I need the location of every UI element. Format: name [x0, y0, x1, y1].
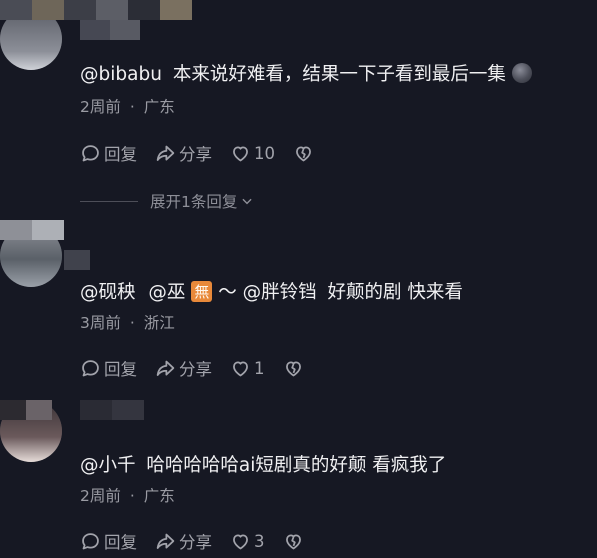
tilde-text: ～ — [218, 282, 237, 303]
comment-time: 2周前 — [80, 487, 121, 505]
reply-label: 回复 — [104, 145, 137, 164]
comment-meta: 2周前 · 广东 — [80, 484, 175, 506]
broken-heart-icon — [285, 534, 301, 549]
pixelated-name-overlay — [0, 220, 64, 260]
reply-label: 回复 — [104, 360, 137, 379]
comment-meta: 3周前 · 浙江 — [80, 311, 175, 333]
share-label: 分享 — [179, 360, 212, 379]
heart-icon — [233, 146, 248, 161]
share-icon — [156, 533, 175, 549]
comment-location: 广东 — [143, 98, 175, 116]
pixelated-name-overlay — [0, 400, 52, 440]
reply-button[interactable]: 回复 — [80, 141, 137, 165]
comment-time: 2周前 — [80, 98, 121, 116]
reply-label: 回复 — [104, 533, 137, 552]
share-icon — [156, 360, 175, 376]
mention-link[interactable]: @巫 — [148, 282, 185, 303]
comment-text: @bibabu 本来说好难看，结果一下子看到最后一集 — [80, 60, 532, 86]
heart-icon — [233, 361, 248, 376]
comment-time: 3周前 — [80, 314, 121, 332]
reply-icon — [82, 144, 99, 161]
meta-separator: · — [129, 314, 135, 332]
like-count: 10 — [254, 143, 275, 163]
comment-location: 广东 — [143, 487, 175, 505]
mention-link[interactable]: @砚秧 — [80, 282, 136, 303]
comment-body: 好颠的剧 快来看 — [327, 282, 463, 303]
expand-replies-label: 展开1条回复 — [150, 193, 238, 211]
reply-button[interactable]: 回复 — [80, 356, 137, 380]
share-button[interactable]: 分享 — [155, 529, 212, 553]
share-icon — [156, 145, 175, 161]
reply-icon — [82, 359, 99, 376]
share-label: 分享 — [179, 145, 212, 164]
comment-body: 本来说好难看，结果一下子看到最后一集 — [172, 64, 506, 85]
comment-list: @bibabu 本来说好难看，结果一下子看到最后一集 2周前 · 广东 回复 分… — [0, 0, 597, 558]
comment-username[interactable]: @小千 — [80, 455, 136, 476]
emoji-badge: 無 — [191, 281, 213, 302]
like-button[interactable]: 3 — [230, 531, 265, 552]
like-count: 1 — [254, 358, 265, 378]
comment-body: 哈哈哈哈哈ai短剧真的好颠 看疯我了 — [146, 455, 447, 476]
dislike-button[interactable] — [283, 358, 307, 379]
emoji-icon — [511, 63, 532, 83]
broken-heart-icon — [296, 146, 311, 161]
mention-link[interactable]: @胖铃铛 — [243, 282, 317, 303]
chevron-down-icon — [242, 198, 252, 205]
reply-button[interactable]: 回复 — [80, 529, 137, 553]
comment-text: @小千 哈哈哈哈哈ai短剧真的好颠 看疯我了 — [80, 451, 446, 477]
broken-heart-icon — [285, 361, 301, 376]
like-button[interactable]: 10 — [230, 143, 275, 164]
divider — [80, 200, 138, 202]
heart-icon — [233, 534, 248, 549]
like-count: 3 — [254, 531, 265, 551]
meta-separator: · — [129, 98, 135, 116]
like-button[interactable]: 1 — [230, 358, 265, 379]
reply-icon — [82, 532, 99, 549]
comment-meta: 2周前 · 广东 — [80, 95, 175, 117]
dislike-button[interactable] — [283, 531, 307, 552]
comment-actions: 回复 分享 1 — [80, 356, 307, 380]
comment-actions: 回复 分享 10 — [80, 141, 317, 165]
comment-location: 浙江 — [143, 314, 175, 332]
comment-text: @砚秧 @巫 無 ～ @胖铃铛 好颠的剧 快来看 — [80, 278, 463, 304]
comment-username[interactable]: @bibabu — [80, 64, 162, 85]
meta-separator: · — [129, 487, 135, 505]
share-button[interactable]: 分享 — [155, 356, 212, 380]
dislike-button[interactable] — [293, 143, 317, 164]
share-button[interactable]: 分享 — [155, 141, 212, 165]
share-label: 分享 — [179, 533, 212, 552]
expand-replies-button[interactable]: 展开1条回复 — [80, 190, 254, 212]
comment-actions: 回复 分享 3 — [80, 529, 307, 553]
